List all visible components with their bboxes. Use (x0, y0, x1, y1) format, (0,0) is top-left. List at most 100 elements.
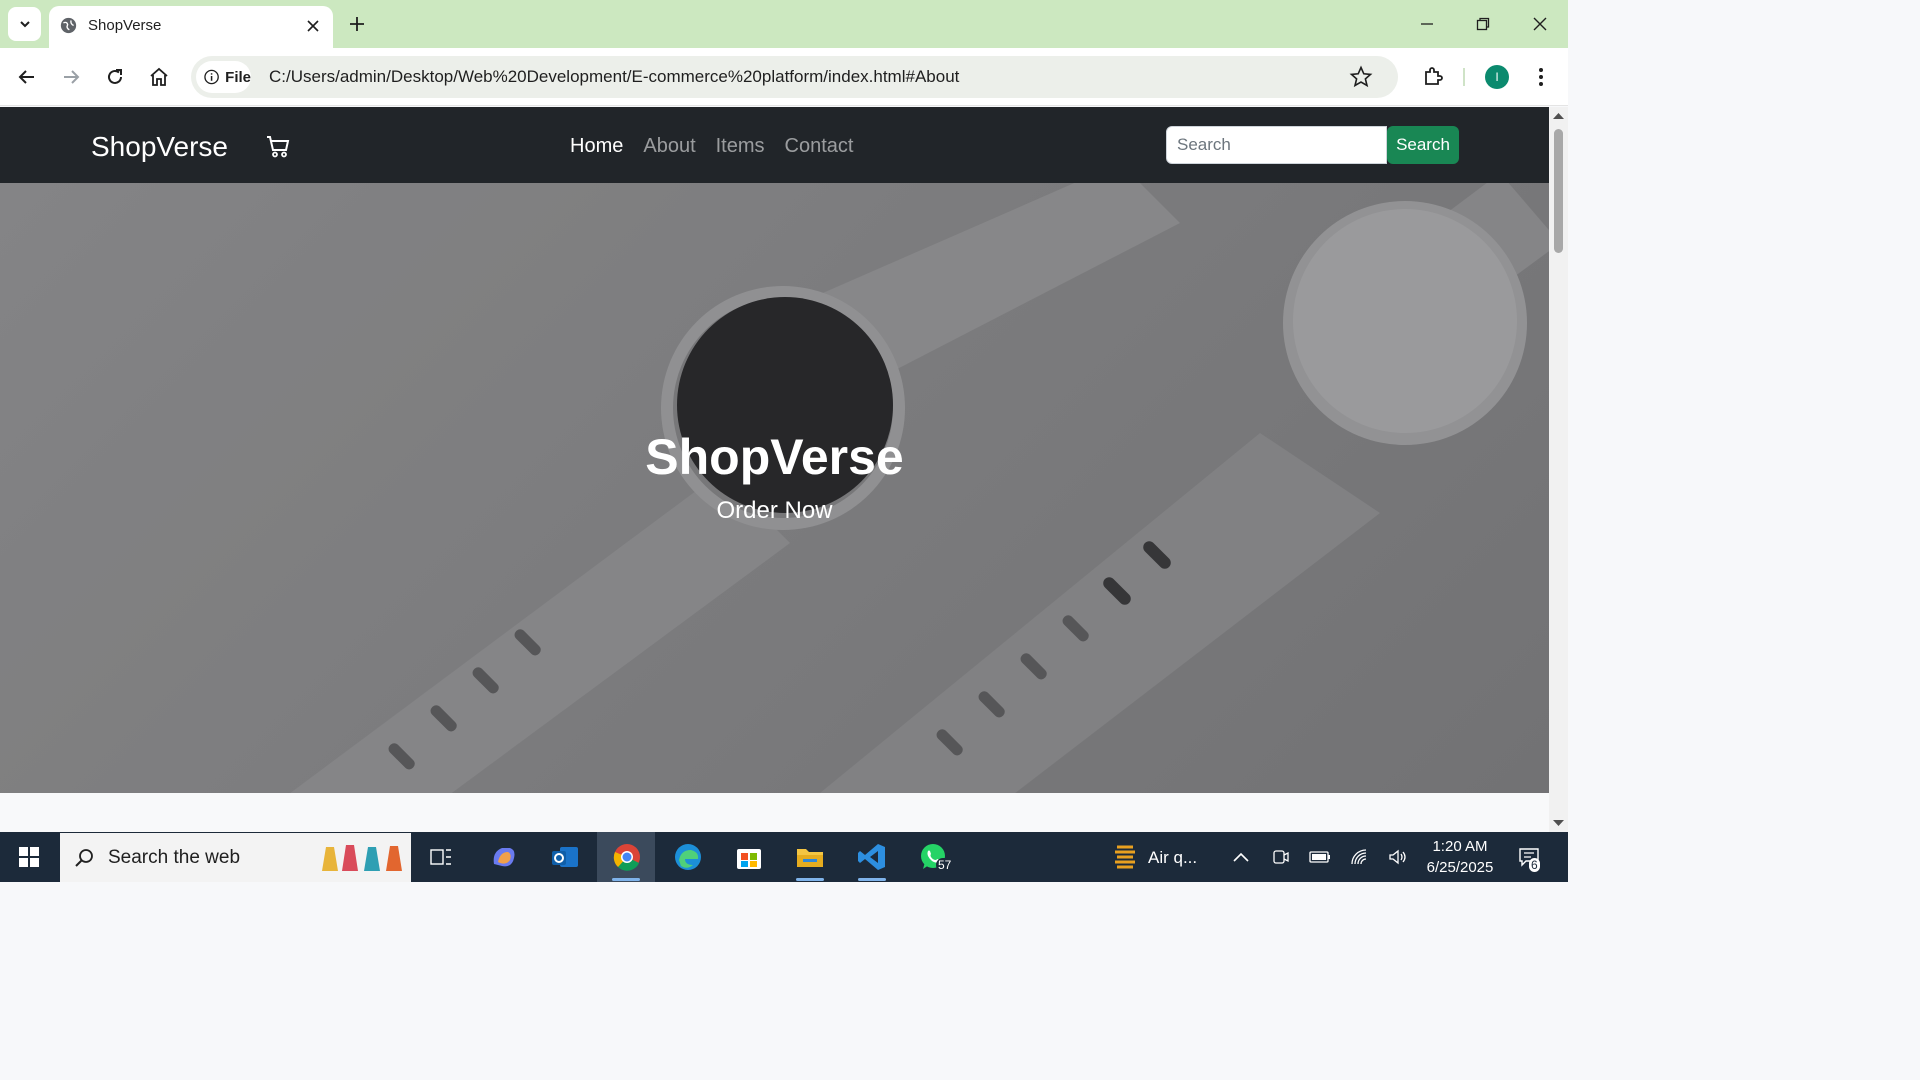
puzzle-icon (1425, 67, 1443, 85)
network-tray[interactable] (1346, 832, 1374, 882)
reload-icon (108, 69, 122, 84)
globe-icon (60, 17, 77, 34)
folder-icon (797, 849, 823, 867)
edge-icon (675, 844, 701, 870)
vscode-icon (858, 844, 885, 870)
close-icon (1533, 17, 1547, 31)
hero-banner: ShopVerse Order Now (0, 183, 1549, 793)
close-icon (307, 20, 319, 32)
home-button[interactable] (144, 62, 174, 92)
start-button[interactable] (8, 832, 50, 882)
vscode-running-indicator (858, 878, 886, 881)
copilot-icon (493, 848, 515, 867)
extensions-button[interactable] (1418, 62, 1448, 92)
site-search-button[interactable]: Search (1387, 126, 1459, 164)
microsoft-store-app[interactable] (727, 832, 771, 882)
tab-search-button[interactable] (8, 7, 41, 41)
page-viewport: ShopVerse Home About Items Contact Searc… (0, 107, 1549, 832)
outlook-app[interactable] (543, 832, 587, 882)
notification-count-badge: 6 (1529, 858, 1540, 872)
restore-button[interactable] (1468, 10, 1498, 38)
profile-avatar[interactable]: I (1485, 65, 1509, 89)
edge-app[interactable] (666, 832, 710, 882)
minimize-icon (1421, 23, 1433, 25)
back-button[interactable] (12, 62, 42, 92)
new-tab-button[interactable] (344, 11, 370, 37)
camera-icon (1273, 850, 1289, 864)
task-view-icon (430, 849, 451, 865)
battery-icon (1309, 851, 1330, 863)
toolbar-divider (1463, 68, 1465, 86)
forward-button[interactable] (56, 62, 86, 92)
taskbar-search-text: Search the web (108, 846, 241, 868)
site-brand[interactable]: ShopVerse (91, 131, 228, 163)
url-text[interactable]: C:/Users/admin/Desktop/Web%20Development… (269, 67, 959, 87)
bookmark-star-icon[interactable] (1349, 65, 1373, 89)
outlook-icon (552, 847, 578, 867)
clock-date: 6/25/2025 (1426, 859, 1494, 876)
minimize-button[interactable] (1412, 10, 1442, 38)
notification-center-button[interactable] (1512, 832, 1546, 882)
info-icon (204, 69, 219, 85)
nav-link-home[interactable]: Home (570, 135, 623, 158)
scroll-up-arrow-icon[interactable] (1553, 112, 1564, 120)
browser-menu-button[interactable] (1526, 62, 1556, 92)
chrome-app[interactable] (606, 832, 648, 882)
close-window-button[interactable] (1525, 10, 1555, 38)
air-quality-icon (1115, 845, 1135, 869)
whatsapp-badge: 57 (936, 858, 954, 872)
cart-icon[interactable] (265, 133, 291, 159)
task-view-button[interactable] (420, 832, 462, 882)
site-nav-links: Home About Items Contact (570, 135, 853, 158)
scroll-down-arrow-icon[interactable] (1553, 819, 1564, 827)
restore-icon (1476, 17, 1490, 31)
battery-tray[interactable] (1306, 832, 1334, 882)
plus-icon (350, 17, 364, 31)
nav-link-items[interactable]: Items (716, 135, 765, 158)
show-hidden-icons-button[interactable] (1228, 832, 1254, 882)
kebab-menu-icon (1539, 68, 1543, 86)
tab-close-button[interactable] (302, 15, 324, 37)
explorer-running-indicator (796, 878, 824, 881)
copilot-app[interactable] (482, 832, 526, 882)
chevron-up-icon (1233, 852, 1249, 862)
meet-now-tray[interactable] (1268, 832, 1294, 882)
volume-tray[interactable] (1384, 832, 1412, 882)
home-icon (150, 67, 168, 86)
taskbar-search-box[interactable]: Search the web (60, 833, 411, 882)
reload-button[interactable] (100, 62, 130, 92)
search-icon (75, 848, 93, 867)
system-clock[interactable]: 1:20 AM 6/25/2025 (1418, 836, 1502, 878)
hero-title: ShopVerse (645, 429, 904, 485)
chrome-icon (613, 844, 640, 871)
nav-link-about[interactable]: About (643, 135, 695, 158)
address-bar[interactable]: File C:/Users/admin/Desktop/Web%20Develo… (191, 56, 1398, 98)
hero-order-now-link[interactable]: Order Now (0, 497, 1549, 525)
arrow-left-icon (18, 70, 34, 84)
smartwatch-hero-image (0, 183, 1549, 793)
site-chip-label: File (225, 68, 251, 86)
chrome-running-indicator (612, 878, 640, 881)
scrollbar-thumb[interactable] (1554, 129, 1563, 253)
file-explorer-app[interactable] (788, 832, 832, 882)
weather-widget-icon-wrap[interactable] (1108, 832, 1142, 882)
page-scrollbar[interactable] (1549, 107, 1568, 832)
wifi-icon (1351, 849, 1367, 865)
site-info-chip[interactable]: File (196, 61, 251, 93)
vscode-app[interactable] (850, 832, 894, 882)
browser-toolbar: File C:/Users/admin/Desktop/Web%20Develo… (0, 48, 1568, 106)
clock-time: 1:20 AM (1432, 838, 1488, 855)
windows-taskbar: Search the web 57 Air q... 1:20 AM 6/25/… (0, 832, 1568, 882)
site-search-input[interactable] (1166, 126, 1387, 164)
whatsapp-app[interactable] (911, 832, 955, 882)
store-icon (737, 849, 761, 869)
browser-tab[interactable]: ShopVerse (49, 6, 333, 48)
speaker-icon (1389, 849, 1406, 865)
tab-title: ShopVerse (88, 17, 162, 34)
search-highlight-image-icon (322, 845, 402, 871)
weather-widget-text[interactable]: Air q... (1148, 848, 1197, 868)
site-navbar: ShopVerse Home About Items Contact Searc… (0, 107, 1549, 183)
windows-logo-icon (19, 847, 39, 867)
browser-tabstrip: ShopVerse (0, 0, 1568, 48)
nav-link-contact[interactable]: Contact (785, 135, 854, 158)
